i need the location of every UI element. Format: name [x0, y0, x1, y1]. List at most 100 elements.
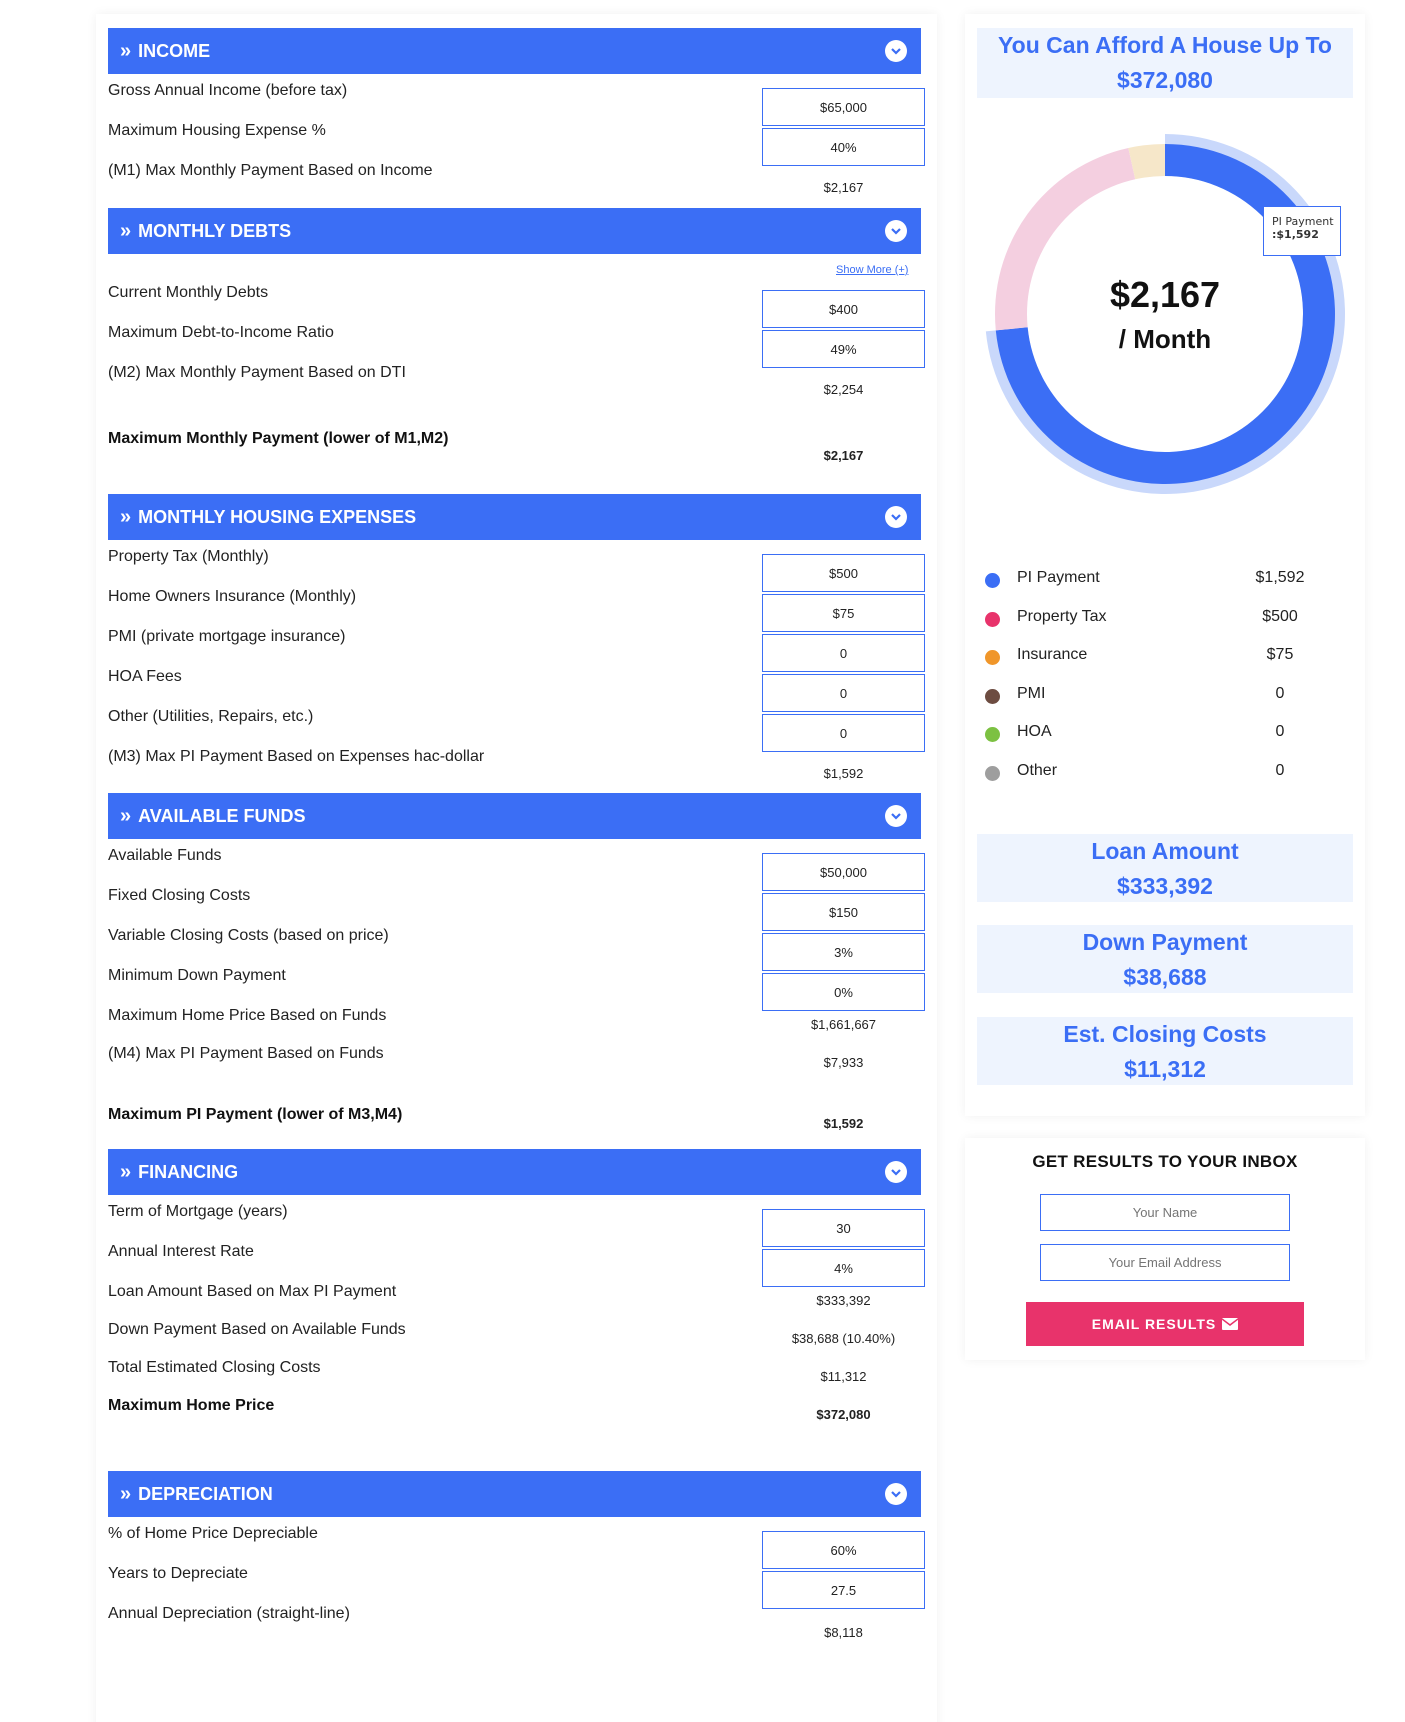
legend-item[interactable]: PMI 0: [985, 682, 1345, 721]
legend-value: $1,592: [1255, 569, 1305, 586]
legend-item[interactable]: Property Tax $500: [985, 605, 1345, 644]
row-loan-amount: Loan Amount Based on Max PI Payment $333…: [108, 1283, 921, 1323]
variable-closing-input[interactable]: 3%: [762, 933, 925, 971]
section-header-available-funds[interactable]: » AVAILABLE FUNDS: [108, 793, 921, 839]
legend-dot-icon: [985, 573, 1000, 588]
section-header-housing-expenses[interactable]: » MONTHLY HOUSING EXPENSES: [108, 494, 921, 540]
hoa-input[interactable]: 0: [762, 674, 925, 712]
legend-value: 0: [1275, 723, 1285, 740]
section-title: DEPRECIATION: [138, 1483, 273, 1504]
legend-item[interactable]: Insurance $75: [985, 643, 1345, 682]
field-label: Annual Interest Rate: [108, 1243, 254, 1260]
legend-dot-icon: [985, 688, 1000, 704]
row-term: Term of Mortgage (years) 30: [108, 1203, 925, 1247]
row-max-housing-expense: Maximum Housing Expense % 40%: [108, 122, 925, 166]
field-label: Term of Mortgage (years): [108, 1203, 288, 1220]
results-panel: You Can Afford A House Up To $372,080 $2…: [965, 14, 1365, 1116]
email-button-label: EMAIL RESULTS: [1091, 1316, 1217, 1332]
gross-income-input[interactable]: $65,000: [762, 88, 925, 126]
closing-costs-value: $11,312: [820, 1369, 867, 1384]
row-down-payment: Down Payment Based on Available Funds $3…: [108, 1321, 921, 1361]
field-label: Available Funds: [108, 847, 222, 864]
other-input[interactable]: 0: [762, 714, 925, 752]
row-max-pi-payment: Maximum PI Payment (lower of M3,M4) $1,5…: [108, 1106, 921, 1146]
row-hoa: HOA Fees 0: [108, 668, 925, 712]
donut-amount: $2,167: [1109, 274, 1221, 315]
min-down-payment-input[interactable]: 0%: [762, 973, 925, 1011]
row-m2: (M2) Max Monthly Payment Based on DTI $2…: [108, 364, 921, 404]
show-more-link[interactable]: Show More (+): [836, 264, 908, 276]
insurance-input[interactable]: $75: [762, 594, 925, 632]
afford-box: You Can Afford A House Up To $372,080: [977, 28, 1353, 98]
row-m3: (M3) Max PI Payment Based on Expenses ha…: [108, 748, 921, 788]
email-panel: GET RESULTS TO YOUR INBOX EMAIL RESULTS: [965, 1138, 1365, 1360]
row-insurance: Home Owners Insurance (Monthly) $75: [108, 588, 925, 632]
dti-input[interactable]: 49%: [762, 330, 925, 368]
max-home-price-funds-value: $1,661,667: [810, 1017, 877, 1032]
available-funds-input[interactable]: $50,000: [762, 853, 925, 891]
field-label: Property Tax (Monthly): [108, 548, 269, 565]
field-label: Maximum Home Price: [108, 1397, 275, 1414]
row-current-debts: Current Monthly Debts $400: [108, 284, 925, 328]
chevron-down-icon[interactable]: [885, 1483, 907, 1505]
double-chevron-icon: »: [120, 505, 131, 528]
name-input[interactable]: [1040, 1194, 1290, 1231]
row-pmi: PMI (private mortgage insurance) 0: [108, 628, 925, 672]
years-depreciate-input[interactable]: 27.5: [762, 1571, 925, 1609]
tooltip-value: :$1,592: [1272, 228, 1319, 241]
closing-title: Est. Closing Costs: [1063, 1021, 1267, 1047]
email-input[interactable]: [1040, 1244, 1290, 1281]
legend-dot-icon: [985, 727, 1000, 742]
legend-value: 0: [1275, 761, 1285, 779]
section-title: AVAILABLE FUNDS: [138, 805, 306, 826]
double-chevron-icon: »: [120, 1482, 131, 1505]
pmi-input[interactable]: 0: [762, 634, 925, 672]
term-input[interactable]: 30: [762, 1209, 925, 1247]
envelope-icon: [1222, 1318, 1239, 1330]
max-pi-payment-value: $1,592: [823, 1116, 864, 1131]
field-label: Gross Annual Income (before tax): [108, 82, 348, 99]
current-debts-input[interactable]: $400: [762, 290, 925, 328]
legend-item[interactable]: HOA 0: [985, 720, 1345, 759]
fixed-closing-input[interactable]: $150: [762, 893, 925, 931]
m2-value: $2,254: [823, 382, 864, 397]
calculator-panel: » INCOME Gross Annual Income (before tax…: [96, 14, 937, 1722]
closing-value: $11,312: [1124, 1056, 1206, 1082]
legend-item[interactable]: Other 0: [985, 759, 1345, 798]
double-chevron-icon: »: [120, 1160, 131, 1183]
field-label: Maximum PI Payment (lower of M3,M4): [108, 1106, 403, 1123]
section-header-income[interactable]: » INCOME: [108, 28, 921, 74]
double-chevron-icon: »: [120, 219, 131, 242]
depreciable-pct-input[interactable]: 60%: [762, 1531, 925, 1569]
chevron-down-icon[interactable]: [885, 1161, 907, 1183]
row-min-down-payment: Minimum Down Payment 0%: [108, 967, 925, 1011]
legend-name: PI Payment: [1017, 569, 1100, 586]
field-label: Annual Depreciation (straight-line): [108, 1605, 350, 1622]
section-header-monthly-debts[interactable]: » MONTHLY DEBTS: [108, 208, 921, 254]
chevron-down-icon[interactable]: [885, 220, 907, 242]
legend-dot-icon: [985, 650, 1000, 665]
field-label: Maximum Debt-to-Income Ratio: [108, 324, 334, 341]
field-label: Down Payment Based on Available Funds: [108, 1321, 406, 1338]
section-header-depreciation[interactable]: » DEPRECIATION: [108, 1471, 921, 1517]
tooltip-label: PI Payment: [1272, 215, 1334, 228]
legend-item[interactable]: PI Payment $1,592: [985, 566, 1345, 605]
max-housing-expense-input[interactable]: 40%: [762, 128, 925, 166]
chevron-down-icon[interactable]: [885, 506, 907, 528]
loan-title: Loan Amount: [1091, 838, 1239, 864]
chevron-down-icon[interactable]: [885, 40, 907, 62]
field-label: Other (Utilities, Repairs, etc.): [108, 708, 314, 725]
property-tax-input[interactable]: $500: [762, 554, 925, 592]
interest-rate-input[interactable]: 4%: [762, 1249, 925, 1287]
row-max-home-price-funds: Maximum Home Price Based on Funds $1,661…: [108, 1007, 921, 1047]
legend-value: $75: [1266, 646, 1294, 663]
section-header-financing[interactable]: » FINANCING: [108, 1149, 921, 1195]
row-interest-rate: Annual Interest Rate 4%: [108, 1243, 925, 1287]
chevron-down-icon[interactable]: [885, 805, 907, 827]
closing-costs-box: Est. Closing Costs $11,312: [977, 1017, 1353, 1085]
legend-name: Property Tax: [1017, 607, 1107, 625]
chart-tooltip: PI Payment :$1,592: [1263, 206, 1341, 256]
row-max-home-price: Maximum Home Price $372,080: [108, 1397, 921, 1437]
loan-amount-value: $333,392: [816, 1293, 871, 1308]
email-results-button[interactable]: EMAIL RESULTS: [1026, 1302, 1304, 1346]
